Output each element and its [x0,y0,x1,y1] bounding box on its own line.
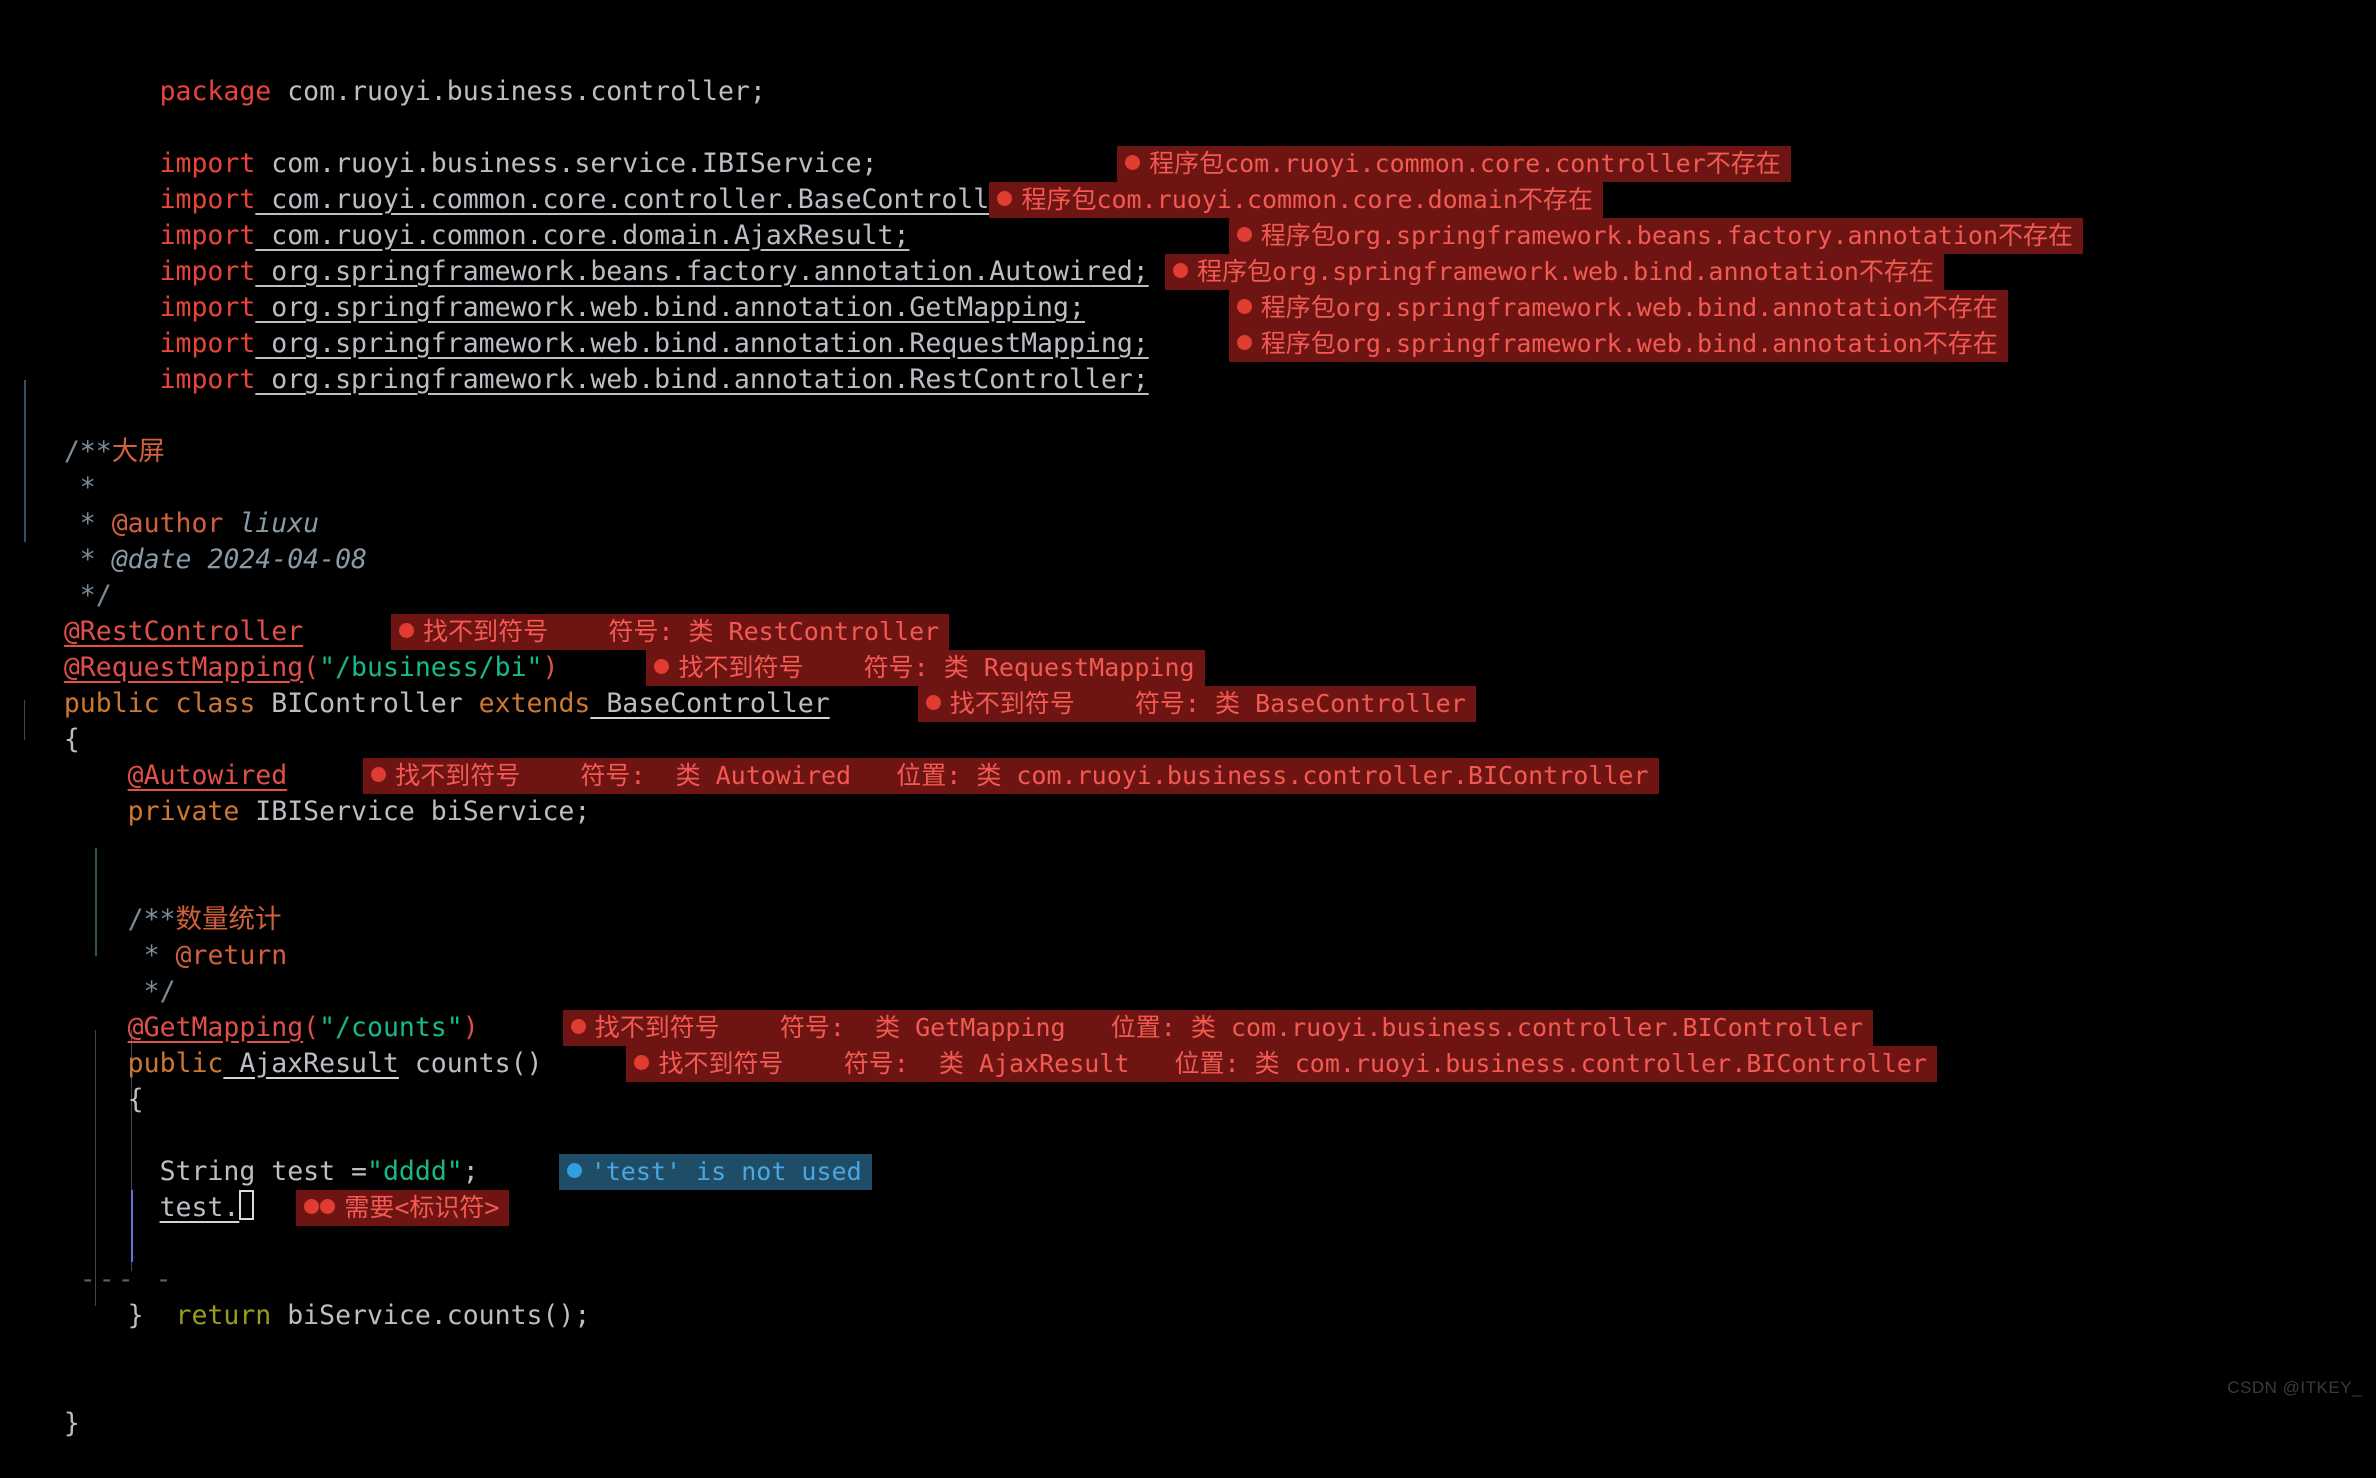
code-line-doc-author[interactable]: * @author liuxu [0,470,2376,539]
code-line-methoddoc-open[interactable]: /** [0,830,2376,956]
code-line-class-declaration[interactable]: public class BIController extends BaseCo… [0,650,2376,722]
code-line-doc-date[interactable]: * @date 2024-04-08 [0,506,2376,575]
code-line-doc-title[interactable]: * 大屏 [0,398,2376,467]
code-line-annotation-getmapping[interactable]: @GetMapping("/counts") 找不到符号 符号: 类 GetMap… [0,974,2376,1046]
code-editor[interactable]: package com.ruoyi.business.controller; i… [0,0,2376,1439]
code-line-annotation-autowired[interactable]: @Autowired 找不到符号 符号: 类 Autowired 位置: 类 co… [0,722,2376,794]
caret-indent-bar [131,1226,133,1262]
code-line-return[interactable]: return biService.counts(); [0,1226,2376,1331]
code-line-annotation-restcontroller[interactable]: @RestController 找不到符号 符号: 类 RestControlle… [0,578,2376,650]
code-line-import-2[interactable]: import com.ruoyi.common.core.domain.Ajax… [0,146,2376,251]
code-line-doc-close[interactable]: */ [0,542,2376,611]
code-line-doc-blank[interactable]: * [0,434,2376,503]
code-line-methoddoc-return[interactable]: * @return [0,902,2376,971]
code-line-package[interactable]: package com.ruoyi.business.controller; [0,2,2376,107]
caret-indent-bar [131,1190,133,1226]
code-line-test-incomplete[interactable]: test. 需要<标识符> [0,1154,2376,1226]
code-line-import-4[interactable]: import org.springframework.web.bind.anno… [0,218,2376,323]
brace-close: } [63,1408,80,1439]
code-line-method-signature[interactable]: public AjaxResult counts() 找不到符号 符号: 类 Aj… [0,1010,2376,1082]
code-line-method-brace-open[interactable]: { [0,1046,2376,1115]
code-line-class-brace-open[interactable]: { [0,686,2376,755]
code-line-import-6[interactable]: import org.springframework.web.bind.anno… [0,290,2376,395]
code-line-class-brace-close[interactable]: } [0,1370,2376,1439]
code-line-doc-open[interactable]: /** [0,362,2376,542]
code-line-import-5[interactable]: import org.springframework.web.bind.anno… [0,254,2376,359]
watermark: CSDN @ITKEY_ [2227,1378,2362,1397]
code-line-fold-marker[interactable]: --- - [0,1190,2376,1295]
code-line-import-3[interactable]: import org.springframework.beans.factory… [0,182,2376,287]
code-line-import-1[interactable]: import com.ruoyi.common.core.controller.… [0,110,2376,215]
code-line-methoddoc-close[interactable]: */ [0,938,2376,1007]
code-line-annotation-requestmapping[interactable]: @RequestMapping("/business/bi") 找不到符号 符号:… [0,614,2376,686]
code-line-methoddoc-title[interactable]: * 数量统计 [0,866,2376,935]
code-line-import-0[interactable]: import com.ruoyi.business.service.IBISer… [0,74,2376,179]
code-line-field-biservice[interactable]: private IBIService biService; [0,758,2376,827]
code-line-method-brace-close[interactable]: } [0,1262,2376,1331]
code-line-string-test[interactable]: String test ="dddd";'test' is not used [0,1118,2376,1190]
